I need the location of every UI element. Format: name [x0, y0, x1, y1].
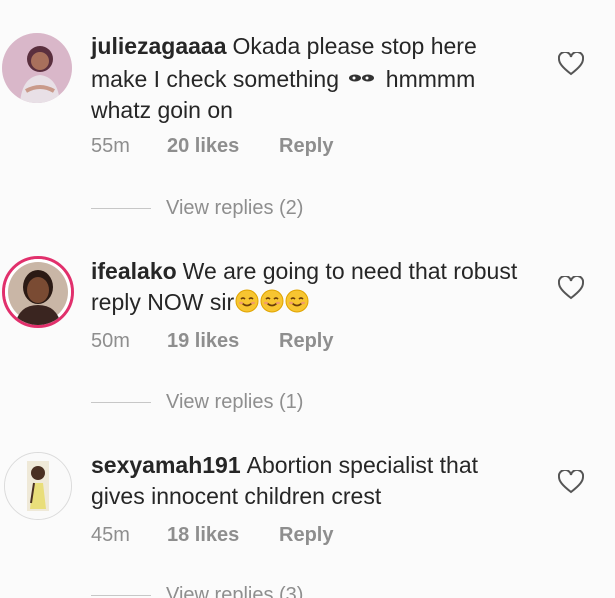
reply-button[interactable]: Reply	[279, 330, 333, 353]
likes-count[interactable]: 19 likes	[167, 330, 279, 353]
divider	[91, 595, 151, 596]
view-replies-button[interactable]: View replies (2)	[91, 197, 303, 220]
comment-text: sexyamah191 Abortion specialist that give…	[91, 450, 531, 512]
reply-button[interactable]: Reply	[279, 135, 333, 158]
divider	[91, 208, 151, 209]
heart-outline-icon[interactable]	[557, 468, 585, 494]
view-replies-button[interactable]: View replies (1)	[91, 391, 303, 414]
comment-text: ifealako We are going to need that robust…	[91, 256, 531, 318]
timestamp: 50m	[91, 330, 130, 352]
username[interactable]: juliezagaaaa	[91, 33, 227, 59]
reply-button[interactable]: Reply	[279, 524, 333, 547]
timestamp: 45m	[91, 524, 130, 546]
view-replies-label: View replies (1)	[166, 391, 304, 413]
view-replies-button[interactable]: View replies (3)	[91, 584, 303, 598]
smiling-face-emoji-icon	[285, 289, 309, 313]
heart-outline-icon[interactable]	[557, 50, 585, 76]
emoji-row	[234, 289, 309, 315]
heart-outline-icon[interactable]	[557, 274, 585, 300]
comment-meta: 50m 19 likes Reply	[91, 330, 333, 353]
comment-text: juliezagaaaa Okada please stop here make …	[91, 31, 531, 126]
comment-meta: 45m 18 likes Reply	[91, 524, 333, 547]
smiling-face-emoji-icon	[235, 289, 259, 313]
comments-screen: juliezagaaaa Okada please stop here make …	[0, 0, 615, 598]
comment-meta: 55m 20 likes Reply	[91, 135, 333, 158]
view-replies-label: View replies (2)	[166, 197, 304, 219]
divider	[91, 402, 151, 403]
timestamp: 55m	[91, 135, 130, 157]
avatar[interactable]	[2, 33, 72, 103]
smiling-face-emoji-icon	[260, 289, 284, 313]
view-replies-label: View replies (3)	[166, 584, 304, 598]
username[interactable]: ifealako	[91, 258, 177, 284]
eyes-emoji-icon	[345, 62, 379, 82]
likes-count[interactable]: 20 likes	[167, 135, 279, 158]
avatar[interactable]	[2, 256, 74, 328]
avatar[interactable]	[4, 452, 72, 520]
username[interactable]: sexyamah191	[91, 452, 241, 478]
likes-count[interactable]: 18 likes	[167, 524, 279, 547]
